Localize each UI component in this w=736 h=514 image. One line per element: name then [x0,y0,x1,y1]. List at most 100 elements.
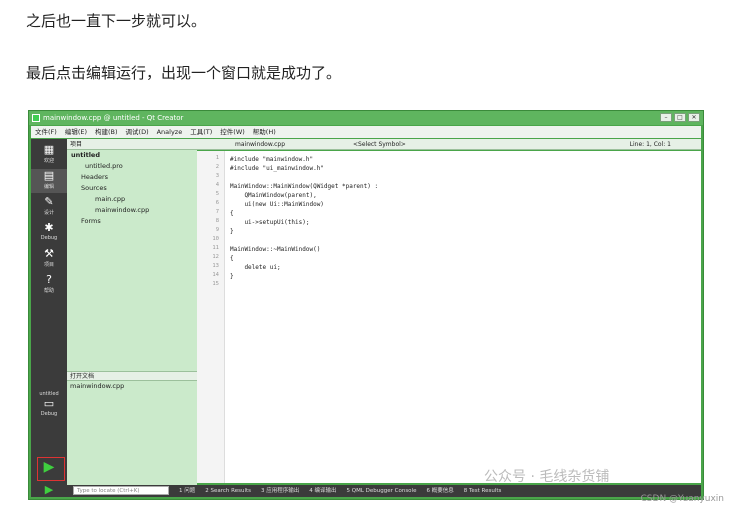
line-number: 6 [215,200,219,206]
open-document-item[interactable]: mainwindow.cpp [70,382,197,390]
design-icon: ✎ [44,195,54,208]
editor-toolbar: mainwindow.cpp <Select Symbol> Line: 1, … [197,139,701,150]
output-tab-compile[interactable]: 4 编译输出 [309,485,336,497]
menu-edit[interactable]: 编辑(E) [65,126,87,138]
tree-item-forms[interactable]: Forms [67,216,197,227]
mode-label: 帮助 [43,288,54,294]
minimize-button[interactable]: – [660,113,672,122]
debug-play-icon: ▶ [44,483,54,496]
menu-bar: 文件(F) 编辑(E) 构建(B) 调试(D) Analyze 工具(T) 控件… [31,126,701,138]
code-editor[interactable]: 1 #include "mainwindow.h" 2 #include "ui_ma… [197,151,701,483]
project-panel: 项目 untitled untitled.pro Headers Sources… [67,139,197,497]
line-number: 10 [212,236,219,242]
symbol-selector[interactable]: <Select Symbol> [353,139,406,150]
line-number: 8 [215,218,219,224]
qt-logo-icon [32,114,40,122]
bug-icon: ✱ [44,221,54,234]
project-tree: untitled untitled.pro Headers Sources ma… [67,150,197,227]
tree-item-main[interactable]: main.cpp [67,194,197,205]
article-paragraph-1: 之后也一直下一步就可以。 [26,12,207,30]
project-header: 项目 [67,139,197,150]
output-tab-issues[interactable]: 1 问题 [179,485,195,497]
code-line: QMainWindow(parent), [230,192,317,199]
code-line: #include "mainwindow.h" [230,156,314,163]
tree-item-headers[interactable]: Headers [67,172,197,183]
output-tab-general[interactable]: 6 概要信息 [426,485,453,497]
mode-label: Debug [40,235,58,241]
open-documents-header: 打开文档 [67,371,197,381]
kit-selector[interactable]: untitled ▭ Debug [31,391,67,417]
close-button[interactable]: ✕ [688,113,700,122]
locate-input[interactable]: Type to locate (Ctrl+K) [73,486,169,495]
article-paragraph-2: 最后点击编辑运行，出现一个窗口就是成功了。 [26,64,342,82]
line-number: 11 [212,245,219,251]
run-button[interactable]: ▶ [31,459,67,483]
line-number: 12 [212,254,219,260]
window-title: mainwindow.cpp @ untitled - Qt Creator [43,114,184,122]
line-number: 2 [215,164,219,170]
menu-file[interactable]: 文件(F) [35,126,57,138]
tree-item-sources[interactable]: Sources [67,183,197,194]
tree-item-pro[interactable]: untitled.pro [67,161,197,172]
mode-edit[interactable]: ▤ 编辑 [31,169,67,193]
code-line: } [230,273,234,280]
play-icon: ▶ [43,459,55,475]
maximize-button[interactable]: □ [674,113,686,122]
qt-creator-screenshot: mainwindow.cpp @ untitled - Qt Creator –… [28,110,704,500]
monitor-icon: ▭ [43,397,55,410]
mode-welcome[interactable]: ▦ 欢迎 [31,143,67,167]
tree-item-untitled[interactable]: untitled [67,150,197,161]
code-line: #include "ui_mainwindow.h" [230,165,324,172]
status-bar: Type to locate (Ctrl+K) 1 问题 2 Search Re… [67,485,701,497]
menu-widgets[interactable]: 控件(W) [220,126,245,138]
menu-help[interactable]: 帮助(H) [253,126,276,138]
menu-analyze[interactable]: Analyze [157,126,183,138]
code-line: ui->setupUi(this); [230,219,310,226]
line-number: 13 [212,263,219,269]
menu-debug[interactable]: 调试(D) [126,126,149,138]
output-tab-tests[interactable]: 8 Test Results [464,485,502,497]
csdn-credit: CSDN @Yuanyuxin [640,494,724,504]
open-documents-list: mainwindow.cpp [67,382,197,390]
mode-selector: ▦ 欢迎 ▤ 编辑 ✎ 设计 ✱ Debug ⚒ 项目 ? 帮助 untitled ▭ Debu… [31,139,67,497]
cursor-position: Line: 1, Col: 1 [629,141,671,148]
line-number: 7 [215,209,219,215]
help-icon: ? [46,273,52,286]
line-number: 4 [215,182,219,188]
code-line: { [230,210,234,217]
code-line: delete ui; [230,264,281,271]
line-number: 1 [215,155,219,161]
code-line: MainWindow::~MainWindow() [230,246,321,253]
watermark: 公众号 · 毛线杂货铺 [484,469,610,485]
mode-help[interactable]: ? 帮助 [31,273,67,297]
tree-item-mainwindow[interactable]: mainwindow.cpp [67,205,197,216]
output-tab-qml[interactable]: 5 QML Debugger Console [347,485,417,497]
line-number: 5 [215,191,219,197]
output-tab-app-output[interactable]: 3 应用程序输出 [261,485,299,497]
menu-tools[interactable]: 工具(T) [190,126,212,138]
kit-build: Debug [40,411,58,417]
debug-run-button[interactable]: ▶ [31,483,67,499]
code-line: } [230,228,234,235]
edit-icon: ▤ [43,169,55,182]
code-line: MainWindow::MainWindow(QWidget *parent) … [230,183,379,190]
menu-build[interactable]: 构建(B) [95,126,118,138]
line-number: 14 [212,272,219,278]
line-number: 15 [212,281,219,287]
mode-label: 编辑 [43,184,54,190]
file-selector[interactable]: mainwindow.cpp [235,139,285,150]
wrench-icon: ⚒ [44,247,54,260]
mode-debug[interactable]: ✱ Debug [31,221,67,245]
line-number: 9 [215,227,219,233]
window-title-bar: mainwindow.cpp @ untitled - Qt Creator –… [29,111,703,125]
mode-label: 项目 [43,262,54,268]
mode-projects[interactable]: ⚒ 项目 [31,247,67,271]
mode-design[interactable]: ✎ 设计 [31,195,67,219]
code-line: { [230,255,234,262]
mode-label: 设计 [43,210,54,216]
output-tab-search[interactable]: 2 Search Results [205,485,251,497]
mode-label: 欢迎 [43,158,54,164]
line-number: 3 [215,173,219,179]
code-line: ui(new Ui::MainWindow) [230,201,324,208]
welcome-icon: ▦ [43,143,55,156]
